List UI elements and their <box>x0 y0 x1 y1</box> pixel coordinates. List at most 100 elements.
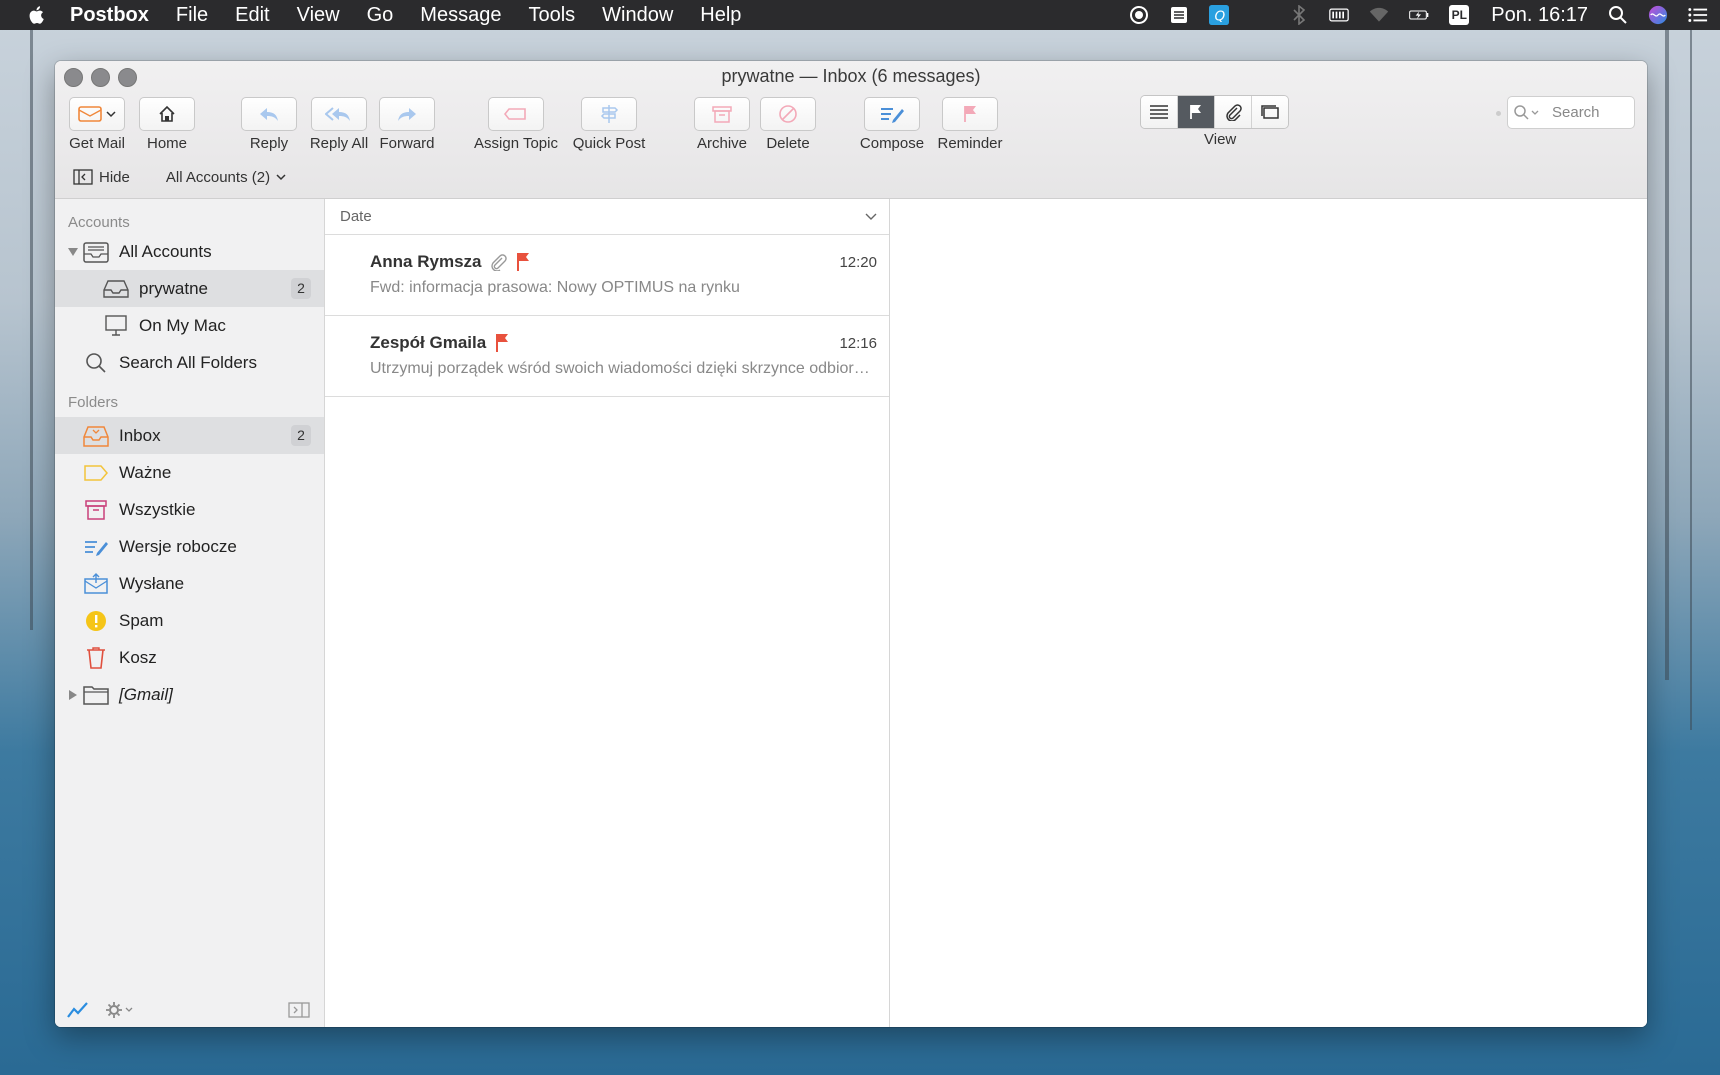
sidebar-item-wyslane[interactable]: Wysłane <box>55 565 324 602</box>
sort-chevron-down-icon[interactable] <box>865 213 877 221</box>
all-accounts-icon <box>83 240 109 264</box>
get-mail-button[interactable]: Get Mail <box>69 97 125 152</box>
flag-icon[interactable] <box>515 252 531 272</box>
compose-icon <box>881 108 904 123</box>
home-button[interactable]: Home <box>139 97 195 152</box>
accounts-header: Accounts <box>68 214 130 231</box>
sidebar-item-gmail[interactable]: [Gmail] <box>55 676 324 713</box>
bluetooth-icon[interactable] <box>1289 5 1309 25</box>
sidebar-item-wersje-robocze[interactable]: Wersje robocze <box>55 528 324 565</box>
accounts-selector[interactable]: All Accounts (2) <box>166 169 286 186</box>
view-conversation-button[interactable] <box>1252 96 1288 128</box>
record-icon[interactable] <box>1129 5 1149 25</box>
menu-view[interactable]: View <box>297 4 340 27</box>
forward-button[interactable]: Forward <box>377 97 437 152</box>
sidebar-item-spam[interactable]: Spam <box>55 602 324 639</box>
reminder-flag-icon <box>964 106 976 122</box>
message-list-header[interactable]: Date <box>325 199 889 235</box>
delete-button[interactable]: Delete <box>758 97 818 152</box>
menu-window[interactable]: Window <box>602 4 673 27</box>
apple-menu-icon[interactable] <box>26 4 48 26</box>
sidebar-item-all-accounts[interactable]: All Accounts <box>55 233 324 270</box>
accounts-selector-label: All Accounts (2) <box>165 168 271 186</box>
message-subject: Fwd: informacja prasowa: Nowy OPTIMUS na… <box>370 279 740 296</box>
menubar-clock[interactable]: Pon. 16:17 <box>1491 4 1588 27</box>
reminder-button[interactable]: Reminder <box>935 97 1005 152</box>
sidebar-item-label: Wysłane <box>119 573 185 593</box>
sidebar-item-on-my-mac[interactable]: On My Mac <box>55 307 324 344</box>
view-list-button[interactable] <box>1141 96 1178 128</box>
get-mail-label: Get Mail <box>69 135 125 152</box>
sidebar-toggle-icon <box>73 169 93 185</box>
notes-icon[interactable] <box>1169 5 1189 25</box>
window-view-icon <box>1261 105 1279 119</box>
memory-icon[interactable] <box>1329 5 1350 25</box>
sidebar-item-wszystkie[interactable]: Wszystkie <box>55 491 324 528</box>
sort-column-label[interactable]: Date <box>340 208 372 225</box>
archive-icon <box>83 498 109 522</box>
sidebar-footer <box>55 993 324 1027</box>
assign-topic-button[interactable]: Assign Topic <box>474 97 558 152</box>
label-icon <box>83 461 109 485</box>
forward-icon <box>398 108 416 121</box>
sidebar-item-prywatne[interactable]: prywatne 2 <box>55 270 324 307</box>
view-label: View <box>1204 131 1237 148</box>
home-icon <box>159 105 175 122</box>
activity-icon[interactable] <box>67 1001 89 1019</box>
quicktext-icon[interactable]: Q <box>1209 5 1230 25</box>
search-icon <box>83 351 109 375</box>
battery-icon[interactable] <box>1409 5 1429 25</box>
folders-header: Folders <box>68 394 119 411</box>
flag-icon[interactable] <box>494 333 510 353</box>
compose-button[interactable]: Compose <box>859 97 925 152</box>
notification-center-icon[interactable] <box>1688 5 1708 25</box>
paperclip-view-icon <box>1226 104 1242 121</box>
reply-all-button[interactable]: Reply All <box>308 97 370 152</box>
menu-app-name[interactable]: Postbox <box>70 4 149 27</box>
wifi-icon[interactable] <box>1369 5 1389 25</box>
sidebar-item-inbox[interactable]: Inbox 2 <box>55 417 324 454</box>
message-row[interactable]: Zespół Gmaila 12:16 Utrzymuj porządek wś… <box>325 316 889 397</box>
sidebar-item-label: On My Mac <box>139 315 226 335</box>
input-source-icon[interactable]: PL <box>1449 5 1470 25</box>
sidebar-item-label: Kosz <box>119 647 157 667</box>
unread-count-badge: 2 <box>291 278 311 299</box>
disclosure-triangle-expanded-icon[interactable] <box>67 246 79 258</box>
reply-icon <box>260 108 278 121</box>
disclosure-triangle-collapsed-icon[interactable] <box>67 689 79 701</box>
computer-icon <box>103 314 129 338</box>
reply-button[interactable]: Reply <box>241 97 297 152</box>
sidebar-item-label: Wersje robocze <box>119 536 237 556</box>
siri-icon[interactable] <box>1648 5 1668 25</box>
hide-sidebar-button[interactable]: Hide <box>73 169 130 186</box>
message-row[interactable]: Anna Rymsza 12:20 Fwd: informacja prasow… <box>325 235 889 316</box>
menu-help[interactable]: Help <box>700 4 741 27</box>
sidebar-item-wazne[interactable]: Ważne <box>55 454 324 491</box>
menu-go[interactable]: Go <box>367 4 394 27</box>
account-subbar: Hide All Accounts (2) <box>55 159 1647 195</box>
message-list: Date Anna Rymsza 12:20 Fwd: informacja p… <box>325 199 890 1027</box>
list-view-icon <box>1150 105 1168 119</box>
menu-tools[interactable]: Tools <box>528 4 575 27</box>
wallpaper-tree <box>30 30 33 630</box>
quick-post-button[interactable]: Quick Post <box>567 97 651 152</box>
view-flagged-button[interactable] <box>1178 96 1215 128</box>
assign-topic-label: Assign Topic <box>474 135 558 152</box>
spotlight-icon[interactable] <box>1608 5 1628 25</box>
delete-label: Delete <box>766 135 810 152</box>
menu-edit[interactable]: Edit <box>235 4 269 27</box>
sidebar-item-kosz[interactable]: Kosz <box>55 639 324 676</box>
collapse-pane-icon[interactable] <box>288 1002 310 1018</box>
wallpaper-tree <box>1665 30 1669 680</box>
reminder-label: Reminder <box>937 135 1003 152</box>
menu-message[interactable]: Message <box>420 4 501 27</box>
settings-gear-icon[interactable] <box>105 1001 135 1019</box>
sidebar-item-search-all-folders[interactable]: Search All Folders <box>55 344 324 381</box>
menu-file[interactable]: File <box>176 4 208 27</box>
svg-text:Q: Q <box>1215 8 1226 24</box>
sidebar-item-label: Inbox <box>119 425 161 445</box>
search-input[interactable]: Search <box>1507 96 1635 129</box>
archive-button[interactable]: Archive <box>692 97 752 152</box>
view-attachments-button[interactable] <box>1215 96 1252 128</box>
search-activity-dot <box>1496 111 1501 116</box>
